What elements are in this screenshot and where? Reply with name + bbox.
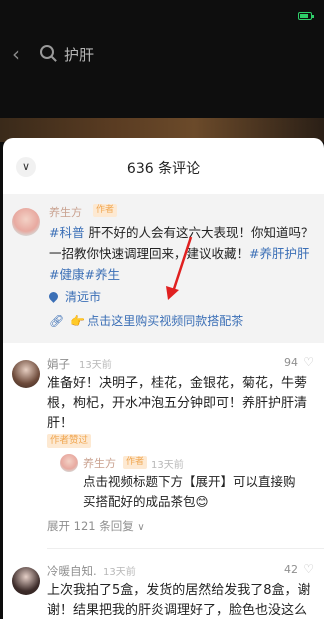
divider [47,548,324,549]
comment-item[interactable]: 冷暖自知. 13天前 42 ♡ 上次我拍了5盒，发货的居然给发我了8盒，谢谢！结… [3,559,324,619]
chevron-down-icon: ∨ [137,522,145,533]
commenter-name[interactable]: 冷暖自知. [47,563,97,579]
avatar[interactable] [60,454,78,472]
author-liked-badge: 作者赞过 [47,434,92,448]
reply-text: 点击视频标题下方【展开】可以直接购买搭配好的成品茶包😊 [83,474,296,509]
avatar[interactable] [12,567,40,595]
comment-count-title: 636 条评论 [126,161,201,177]
expand-replies-button[interactable]: 展开 121 条回复 ∨ [47,518,145,534]
search-query[interactable]: 护肝 [64,44,94,65]
red-annotation-arrow [166,236,193,300]
heart-icon[interactable]: ♡ [303,562,314,576]
top-bar: ‹ 护肝 [0,0,324,120]
heart-icon[interactable]: ♡ [303,355,314,369]
like-count: 94 [284,356,298,369]
commenter-name[interactable]: 娟子 [47,356,70,372]
back-arrow-icon[interactable]: ‹ [12,42,20,66]
comment-time: 13天前 [79,360,112,371]
avatar[interactable] [12,360,40,388]
author-badge: 作者 [123,456,148,469]
comment-text: 准备好！决明子，桂花，金银花，菊花，牛蒡根，枸杞，开水冲泡五分钟即可！养肝护肝清… [47,376,308,431]
search-icon[interactable] [40,45,54,59]
battery-icon [298,12,314,20]
comment-time: 13天前 [103,567,136,578]
pinned-author-comment[interactable]: 养生方 作者 #科普 肝不好的人会有这六大表现！你知道吗？一招教你快速调理回来，… [3,194,324,343]
expand-replies-label: 展开 121 条回复 [47,519,134,533]
like-count: 42 [284,563,298,576]
comment-text: 上次我拍了5盒，发货的居然给发我了8盒，谢谢！结果把我的肝炎调理好了，脸色也没这… [47,583,311,618]
comment-item[interactable]: 娟子 13天前 94 ♡ 准备好！决明子，桂花，金银花，菊花，牛蒡根，枸杞，开水… [3,352,324,533]
reply-time: 13天前 [151,460,184,471]
reply-author-name[interactable]: 养生方 [83,455,116,471]
comment-panel: ∨ 636 条评论 养生方 作者 #科普 肝不好的人会有这六大表现！你知道吗？一… [3,138,324,619]
